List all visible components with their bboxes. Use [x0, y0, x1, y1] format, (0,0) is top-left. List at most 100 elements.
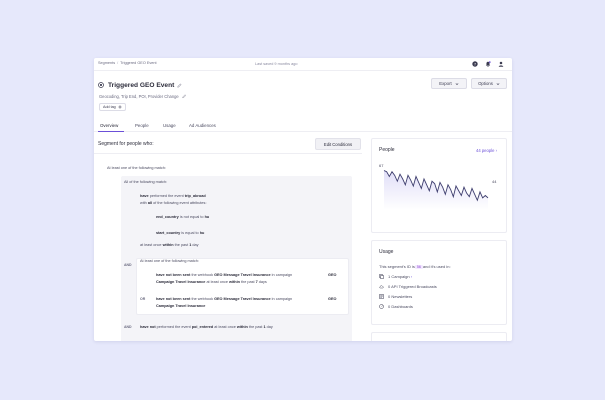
active-tab-indicator [98, 130, 124, 132]
top-match-text: At least one of the following match: [107, 166, 166, 170]
cond-text: at least once [213, 325, 237, 329]
all-match-text: All of the following match: [124, 180, 168, 184]
usage-item-newsletters: 0 Newsletters [379, 294, 412, 299]
cond-text: is equal to [180, 231, 200, 235]
cond-text: the past [240, 280, 256, 285]
app-window: Segments / Triggered GEO Event Last saved … [94, 58, 512, 341]
usage-card: Usage This segment's ID is 56 and it's u… [371, 240, 507, 325]
svg-text:?: ? [474, 61, 476, 66]
edit-description-pencil-icon[interactable] [182, 94, 187, 99]
add-tag-label: Add tag [103, 105, 116, 109]
people-count-link[interactable]: 44 people › [476, 148, 497, 153]
cond-strong: within [229, 280, 240, 285]
edit-conditions-button[interactable]: Edit Conditions [315, 138, 361, 150]
usage-item-label: 0 Dashboards [388, 304, 413, 309]
notification-bell-icon[interactable] [485, 61, 491, 67]
top-icons: ? [472, 61, 504, 67]
usage-item-label: 1 Campaign [388, 274, 410, 279]
people-card: People 44 people › 67 44 [371, 138, 507, 233]
campaign-icon [379, 274, 384, 279]
or-label: OR [140, 297, 146, 301]
chevron-down-icon [455, 82, 459, 85]
tab-usage[interactable]: Usage [163, 123, 176, 128]
cond-text: day [191, 243, 199, 247]
cond-strong: have [140, 325, 150, 329]
event-name: poi_entered [191, 325, 214, 329]
top-bar: Segments / Triggered GEO Event Last saved … [94, 58, 512, 71]
tab-people[interactable]: People [135, 123, 149, 128]
last-saved-text: Last saved 9 months ago [255, 61, 298, 66]
segment-id-line: This segment's ID is 56 and it's used in… [379, 264, 451, 269]
cond-text: at least once [205, 280, 230, 285]
segment-type-icon [98, 82, 104, 88]
user-account-icon[interactable] [498, 61, 504, 67]
cond-strong: have [140, 194, 149, 198]
cond-text: of the following event attributes: [152, 201, 207, 205]
options-button-label: Options [478, 81, 493, 86]
edit-title-pencil-icon[interactable] [177, 83, 182, 88]
webhook-condition-2: have not been sent the webhook GEO Messa… [156, 297, 337, 309]
cond-text: in campaign [270, 297, 293, 301]
people-line-chart: 67 44 [379, 163, 497, 210]
frequency-condition: at least once within the past 1 day [140, 243, 199, 247]
attribute-condition-start-country: start_country is equal to hu [156, 231, 204, 235]
cond-text: performed the event [155, 325, 192, 329]
breadcrumb-segments-link[interactable]: Segments [98, 61, 115, 65]
cond-strong: within [162, 243, 174, 247]
add-tag-button[interactable]: Add tag [99, 103, 126, 111]
attr-value: hu [204, 215, 210, 219]
usage-item-campaigns[interactable]: 1 Campaign › [379, 274, 412, 279]
segment-id-prefix: This segment's ID is [379, 264, 415, 269]
segment-id-suffix: and it's used in: [422, 264, 451, 269]
plus-icon [118, 105, 122, 109]
and-label: AND [124, 263, 132, 267]
dashboard-icon [379, 304, 384, 309]
segment-conditions-heading: Segment for people who: [98, 141, 154, 147]
help-icon[interactable]: ? [472, 61, 478, 67]
cond-text: is not equal to [178, 215, 205, 219]
chart-end-label: 44 [492, 179, 497, 184]
additional-card [371, 332, 507, 341]
segment-description: Geocoding, Trip End, POI, Provider Chang… [99, 94, 186, 99]
chevron-down-icon [496, 82, 500, 85]
usage-item-dashboards: 0 Dashboards [379, 304, 413, 309]
attr-value: hu [199, 231, 205, 235]
attr-name: end_country [156, 215, 179, 219]
usage-item-label: 0 Newsletters [388, 294, 413, 299]
cond-text: performed the event [148, 194, 185, 198]
cond-text: at least once [140, 243, 163, 247]
options-button[interactable]: Options [471, 78, 507, 89]
tab-overview[interactable]: Overview [100, 123, 118, 128]
cond-text: the past [173, 243, 190, 247]
export-button[interactable]: Export [431, 78, 467, 89]
webhook-condition-1: have not been sent the webhook GEO Messa… [156, 273, 337, 285]
event-condition-trip-abroad: have performed the event trip_abroad [140, 194, 206, 198]
event-attributes-text: with all of the following event attribut… [140, 201, 207, 205]
usage-item-label: 0 API Triggered Broadcasts [388, 284, 437, 289]
cond-text: in campaign [270, 273, 293, 277]
cond-text: days [257, 280, 267, 285]
cond-text: the past [247, 325, 264, 329]
tab-ad-audiences[interactable]: Ad Audiences [189, 123, 216, 128]
people-card-title: People [379, 147, 395, 153]
webhook-name: GEO Message Travel Insurance [214, 297, 271, 301]
chevron-right-icon: › [410, 274, 413, 279]
segment-id-badge: 56 [414, 264, 423, 269]
breadcrumb-current: Triggered GEO Event [120, 61, 157, 65]
attribute-condition-end-country: end_country is not equal to hu [156, 215, 209, 219]
breadcrumb: Segments / Triggered GEO Event [98, 61, 157, 65]
webhook-name: GEO Message Travel Insurance [214, 273, 271, 277]
cond-strong: within [236, 325, 248, 329]
event-condition-poi-entered: have not performed the event poi_entered… [140, 325, 273, 329]
newsletter-icon [379, 294, 384, 299]
segment-title-row: Triggered GEO Event [98, 80, 182, 90]
cond-strong: have not been sent [156, 273, 191, 277]
cloud-icon [379, 285, 384, 289]
cond-text: the webhook [190, 273, 215, 277]
edit-conditions-label: Edit Conditions [323, 141, 353, 147]
export-button-label: Export [439, 81, 452, 86]
attr-name: start_country [156, 231, 181, 235]
inner-match-text: At least one of the following match: [140, 259, 199, 263]
cond-text: with [140, 201, 148, 205]
segment-description-text: Geocoding, Trip End, POI, Provider Chang… [99, 94, 179, 99]
